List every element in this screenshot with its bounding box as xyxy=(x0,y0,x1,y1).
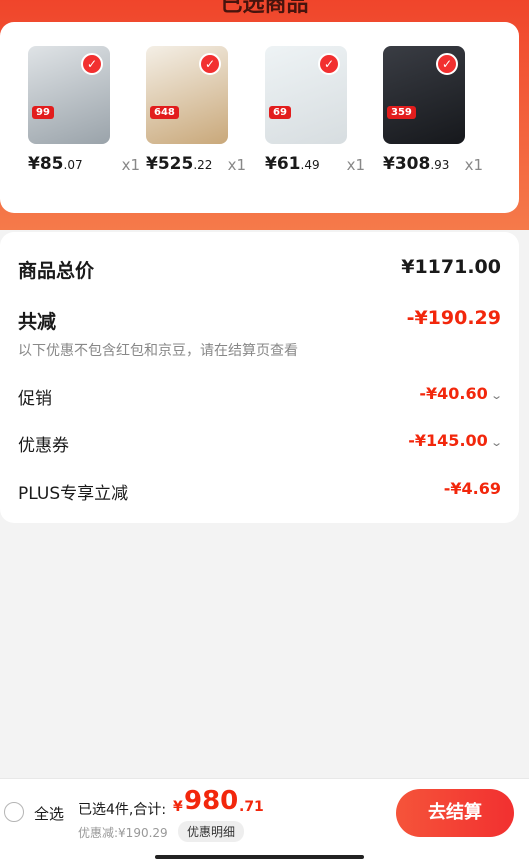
promo-row[interactable]: 促销 -¥40.60 ⌄ xyxy=(18,384,503,409)
checkout-button[interactable]: 去结算 xyxy=(396,789,514,837)
selected-check-icon[interactable]: ✓ xyxy=(318,53,340,75)
product-thumbnail[interactable]: ✓ 648 xyxy=(146,46,228,144)
chevron-down-icon[interactable]: ⌄ xyxy=(490,436,503,449)
total-price-value: ¥1171.00 xyxy=(401,256,501,278)
chevron-down-icon[interactable]: ⌄ xyxy=(490,389,503,402)
product-item[interactable]: ✓ 359 xyxy=(383,46,465,144)
discount-note: 以下优惠不包含红包和京豆，请在结算页查看 xyxy=(18,340,501,360)
coupon-label: 优惠券 xyxy=(18,436,69,456)
product-price: ¥61.49 xyxy=(265,154,320,174)
thumb-price: 69 xyxy=(269,106,291,119)
product-thumbnail[interactable]: ✓ 69 xyxy=(265,46,347,144)
product-thumbnail[interactable]: ✓ 99 xyxy=(28,46,110,144)
total-reduce-value: -¥190.29 xyxy=(406,307,501,329)
selected-check-icon[interactable]: ✓ xyxy=(436,53,458,75)
checkout-bar: 全选 已选4件,合计: ¥ 980 .71 优惠减:¥190.29 优惠明细 去… xyxy=(0,778,529,862)
product-quantity: x1 xyxy=(464,156,483,174)
total-amount-dec: .71 xyxy=(239,799,264,815)
thumb-price: 99 xyxy=(32,106,54,119)
promo-value: -¥40.60 xyxy=(419,384,488,403)
plus-value: -¥4.69 xyxy=(443,479,501,498)
thumb-price: 648 xyxy=(150,106,179,119)
product-quantity: x1 xyxy=(121,156,140,174)
product-thumbnail[interactable]: ✓ 359 xyxy=(383,46,465,144)
plus-label: PLUS专享立减 xyxy=(18,484,129,504)
product-price-row: ¥308.93 x1 xyxy=(383,154,483,176)
promo-value-group[interactable]: -¥40.60 ⌄ xyxy=(419,384,503,403)
product-price: ¥308.93 xyxy=(383,154,450,174)
product-quantity: x1 xyxy=(227,156,246,174)
discount-detail-button[interactable]: 优惠明细 xyxy=(178,821,245,842)
product-price-row: ¥525.22 x1 xyxy=(146,154,246,176)
total-price-row: 商品总价 ¥1171.00 xyxy=(18,256,501,282)
product-item[interactable]: ✓ 99 xyxy=(28,46,110,144)
select-all-label[interactable]: 全选 xyxy=(34,803,64,824)
discount-summary: 优惠减:¥190.29 xyxy=(78,826,168,840)
selected-products-card: ✓ 99 ✓ 648 ✓ 69 ✓ 359 ¥85.07 x1 ¥525.22 … xyxy=(0,22,519,213)
total-reduce-label: 共减 xyxy=(18,311,57,333)
product-price: ¥525.22 xyxy=(146,154,213,174)
promo-label: 促销 xyxy=(18,389,52,409)
coupon-value-group[interactable]: -¥145.00 ⌄ xyxy=(408,431,503,450)
product-price-row: ¥85.07 x1 xyxy=(28,154,140,176)
page-title: 已选商品 xyxy=(220,0,309,17)
thumb-price: 359 xyxy=(387,106,416,119)
product-item[interactable]: ✓ 648 xyxy=(146,46,228,144)
coupon-value: -¥145.00 xyxy=(408,431,488,450)
product-price: ¥85.07 xyxy=(28,154,83,174)
total-reduce-row: 共减 -¥190.29 xyxy=(18,307,501,333)
price-summary-card: 商品总价 ¥1171.00 共减 -¥190.29 以下优惠不包含红包和京豆，请… xyxy=(0,232,519,523)
product-price-row: ¥61.49 x1 xyxy=(265,154,365,176)
total-currency: ¥ xyxy=(173,799,183,815)
home-indicator xyxy=(155,855,364,859)
select-all-radio[interactable] xyxy=(4,802,24,822)
selected-check-icon[interactable]: ✓ xyxy=(199,53,221,75)
product-item[interactable]: ✓ 69 xyxy=(265,46,347,144)
coupon-row[interactable]: 优惠券 -¥145.00 ⌄ xyxy=(18,431,503,456)
selected-count-text: 已选4件,合计: xyxy=(78,802,167,818)
discount-note-text: 以下优惠不包含红包和京豆，请在结算页查看 xyxy=(18,343,298,359)
total-amount-int: 980 xyxy=(184,786,239,816)
total-price-label: 商品总价 xyxy=(18,260,95,282)
product-quantity: x1 xyxy=(346,156,365,174)
selected-check-icon[interactable]: ✓ xyxy=(81,53,103,75)
plus-row: PLUS专享立减 -¥4.69 xyxy=(18,479,501,504)
